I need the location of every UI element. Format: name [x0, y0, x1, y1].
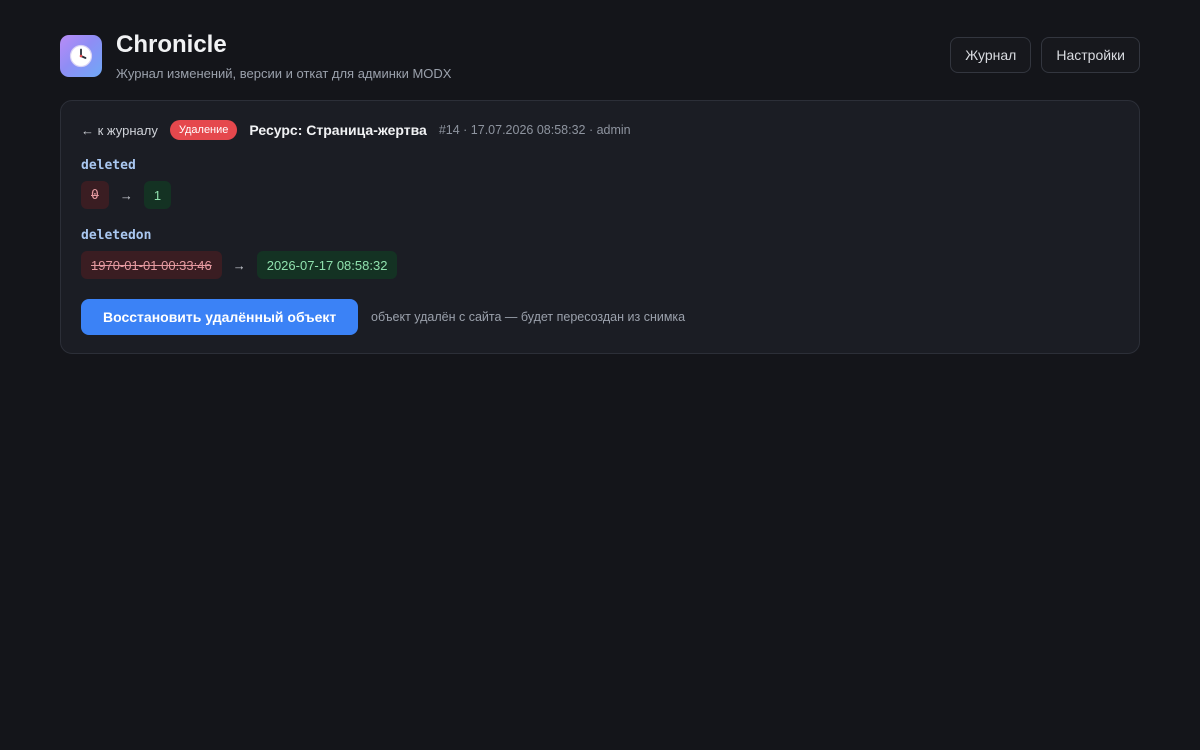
- app-title: Chronicle: [116, 31, 227, 58]
- restore-deleted-object-button[interactable]: Восстановить удалённый объект: [81, 299, 359, 335]
- entry-meta: #14 · 17.07.2026 08:58:32 · admin: [438, 123, 631, 137]
- restore-note: объект удалён с сайта — будет пересоздан…: [371, 310, 686, 324]
- change-detail-card: ← к журналу Удаление Ресурс: Страница-же…: [60, 100, 1140, 354]
- arrow-right-icon: →: [119, 187, 133, 203]
- clock-icon: [69, 44, 93, 68]
- diff-row-deleted: 0 → 1: [81, 181, 172, 209]
- diff-row-deletedon: 1970-01-01 00:33:46 → 2026-07-17 08:58:3…: [81, 251, 398, 279]
- old-value: 0: [81, 181, 109, 209]
- old-value: 1970-01-01 00:33:46: [81, 251, 222, 279]
- top-nav: Журнал Настройки: [950, 37, 1140, 73]
- journal-button[interactable]: Журнал: [950, 37, 1032, 73]
- app-subtitle: Журнал изменений, версии и откат для адм…: [116, 66, 452, 81]
- arrow-right-icon: →: [232, 257, 246, 273]
- settings-button[interactable]: Настройки: [1041, 37, 1140, 73]
- arrow-left-icon: ←: [81, 122, 94, 138]
- new-value: 2026-07-17 08:58:32: [256, 251, 398, 279]
- app-header: Chronicle Журнал изменений, версии и отк…: [60, 28, 1140, 88]
- action-badge: Удаление: [169, 120, 238, 140]
- field-name-deleted: deleted: [81, 158, 136, 173]
- field-name-deletedon: deletedon: [81, 228, 152, 243]
- app-logo: [60, 35, 102, 77]
- back-to-journal-link[interactable]: ← к журналу: [81, 123, 158, 138]
- back-link-label: к журналу: [97, 122, 158, 138]
- entry-header: ← к журналу Удаление Ресурс: Страница-же…: [81, 119, 631, 141]
- new-value: 1: [143, 181, 172, 209]
- resource-title: Ресурс: Страница-жертва: [249, 122, 427, 138]
